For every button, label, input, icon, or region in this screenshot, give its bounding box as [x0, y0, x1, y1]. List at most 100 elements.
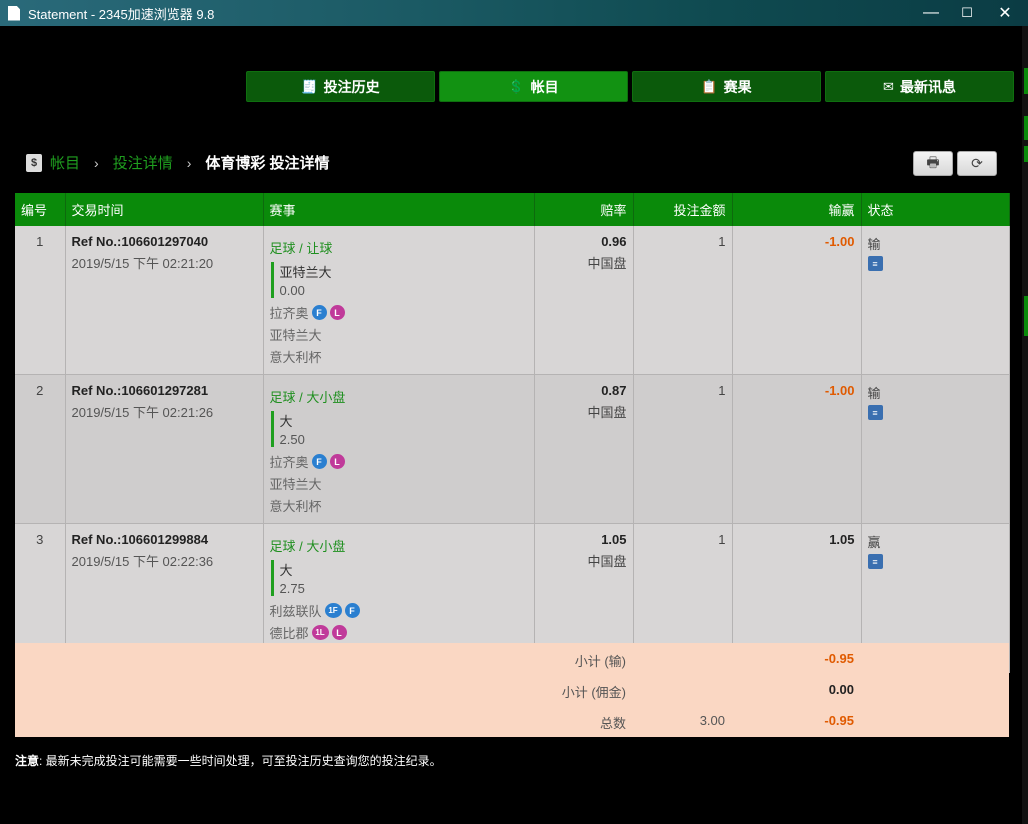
favorite-badge-icon: F: [344, 603, 360, 618]
breadcrumb-statement[interactable]: 帐目: [50, 152, 80, 173]
selection-line: 2.50: [279, 432, 305, 447]
summary-value: 0.00: [828, 682, 854, 697]
col-header-odds: 赔率: [534, 193, 634, 226]
breadcrumb-separator: ›: [94, 154, 99, 171]
tab-bet-history[interactable]: 🧾 投注历史: [246, 71, 435, 102]
transaction-time: 2019/5/15 下午 02:22:36: [71, 554, 214, 569]
summary-label: 总数: [599, 716, 626, 731]
refresh-button[interactable]: ⟳: [957, 151, 997, 176]
ref-number: Ref No.:106601299884: [71, 532, 209, 547]
selection: 亚特兰大 0.00: [270, 262, 528, 298]
sport-market: 足球 / 让球: [269, 241, 333, 256]
odds-type: 中国盘: [587, 554, 627, 569]
status-text: 输: [867, 386, 881, 401]
page-scrollbar[interactable]: [1022, 26, 1028, 824]
team-name: 拉齐奥: [269, 306, 309, 321]
sport-market: 足球 / 大小盘: [269, 539, 346, 554]
breadcrumb-bet-details[interactable]: 投注详情: [113, 152, 173, 173]
cell-winloss: -1.00: [732, 226, 862, 375]
cell-time: Ref No.:106601297281 2019/5/15 下午 02:21:…: [65, 374, 264, 524]
team-name: 德比郡: [269, 626, 309, 641]
cell-status: 输 ≡: [861, 226, 1010, 375]
cell-winloss: -1.00: [732, 374, 862, 524]
live-badge-icon: L: [329, 454, 345, 469]
status-text: 输: [867, 237, 881, 252]
cell-stake: 1: [633, 374, 733, 524]
favorite-badge-icon: 1F: [324, 603, 342, 618]
col-header-no: 编号: [15, 193, 66, 226]
team-away: 亚特兰大: [270, 325, 528, 344]
bet-slip-icon[interactable]: ≡: [867, 256, 883, 271]
tab-label: 最新讯息: [899, 78, 956, 95]
status-text: 赢: [867, 535, 881, 550]
table-header-row: 编号 交易时间 赛事 赔率 投注金额 输赢 状态: [15, 193, 1010, 226]
ref-number: Ref No.:106601297040: [71, 234, 209, 249]
favorite-badge-icon: F: [311, 305, 327, 320]
document-icon: [8, 5, 20, 21]
printer-icon: 🖶: [926, 153, 940, 170]
tab-label: 帐目: [530, 78, 559, 95]
tab-label: 赛果: [723, 78, 752, 95]
summary-value: -0.95: [824, 651, 854, 666]
favorite-badge-icon: F: [311, 454, 327, 469]
odds-value: 1.05: [601, 532, 627, 547]
selection-line: 0.00: [279, 283, 305, 298]
cell-event: 足球 / 大小盘 大 2.50 拉齐奥 F L 亚特兰大 意大利杯: [263, 374, 535, 524]
team-name: 利兹联队: [269, 604, 322, 619]
ledger-icon: 💲: [508, 78, 525, 94]
tab-statement[interactable]: 💲 帐目: [439, 71, 628, 102]
team-home: 利兹联队 1F F: [270, 601, 528, 620]
summary-value: -0.95: [824, 713, 854, 728]
breadcrumb-separator: ›: [186, 154, 192, 171]
bet-slip-icon[interactable]: ≡: [867, 554, 883, 569]
winloss-value: 1.05: [829, 532, 855, 547]
summary-label: 小计 (佣金): [561, 685, 626, 700]
col-header-status: 状态: [861, 193, 1010, 226]
summary-row-commission: 小计 (佣金) 0.00: [15, 674, 1009, 705]
winloss-value: -1.00: [824, 383, 855, 398]
cell-odds: 0.87 中国盘: [534, 374, 634, 524]
selection-line: 2.75: [279, 581, 305, 596]
selection: 大 2.75: [270, 560, 528, 596]
cell-no: 1: [15, 226, 66, 375]
odds-value: 0.96: [601, 234, 627, 249]
team-name: 亚特兰大: [269, 477, 322, 492]
live-badge-icon: L: [329, 305, 345, 320]
table-row: 2 Ref No.:106601297281 2019/5/15 下午 02:2…: [15, 374, 1010, 524]
league-name: 意大利杯: [269, 499, 322, 514]
cell-event: 足球 / 让球 亚特兰大 0.00 拉齐奥 F L 亚特兰大 意大利杯: [263, 226, 535, 375]
mail-icon: ✉: [883, 78, 894, 94]
cell-no: 2: [15, 374, 66, 524]
col-header-event: 赛事: [263, 193, 535, 226]
bet-slip-icon[interactable]: ≡: [867, 405, 883, 420]
print-button[interactable]: 🖶: [913, 151, 953, 176]
window-titlebar: Statement - 2345加速浏览器 9.8 — ☐ ✕: [0, 0, 1028, 26]
statement-icon: $: [26, 153, 42, 172]
team-away: 亚特兰大: [270, 474, 528, 493]
live-badge-icon: 1L: [311, 625, 329, 640]
top-nav: 🧾 投注历史 💲 帐目 📋 赛果 ✉ 最新讯息: [246, 71, 1014, 102]
selection-name: 亚特兰大: [279, 265, 332, 280]
tab-results[interactable]: 📋 赛果: [632, 71, 821, 102]
note-text: : 最新未完成投注可能需要一些时间处理，可至投注历史查询您的投注纪录。: [39, 754, 442, 768]
close-button[interactable]: ✕: [986, 0, 1024, 26]
winloss-value: -1.00: [824, 234, 855, 249]
summary-label: 小计 (输): [574, 654, 626, 669]
minimize-button[interactable]: —: [912, 0, 950, 26]
receipt-icon: 🧾: [301, 78, 318, 94]
selection: 大 2.50: [270, 411, 528, 447]
maximize-button[interactable]: ☐: [948, 0, 986, 26]
note-label: 注意: [15, 754, 40, 768]
ref-number: Ref No.:106601297281: [71, 383, 209, 398]
footer-note: 注意: 最新未完成投注可能需要一些时间处理，可至投注历史查询您的投注纪录。: [15, 752, 442, 769]
summary-row-total: 总数 3.00 -0.95: [15, 705, 1009, 736]
sport-market: 足球 / 大小盘: [269, 390, 346, 405]
odds-type: 中国盘: [587, 256, 627, 271]
live-badge-icon: L: [331, 625, 347, 640]
tab-label: 投注历史: [323, 78, 380, 95]
team-name: 亚特兰大: [269, 328, 322, 343]
tab-messages[interactable]: ✉ 最新讯息: [825, 71, 1014, 102]
summary-stake: 3.00: [699, 713, 725, 728]
results-icon: 📋: [701, 78, 718, 94]
odds-value: 0.87: [601, 383, 627, 398]
